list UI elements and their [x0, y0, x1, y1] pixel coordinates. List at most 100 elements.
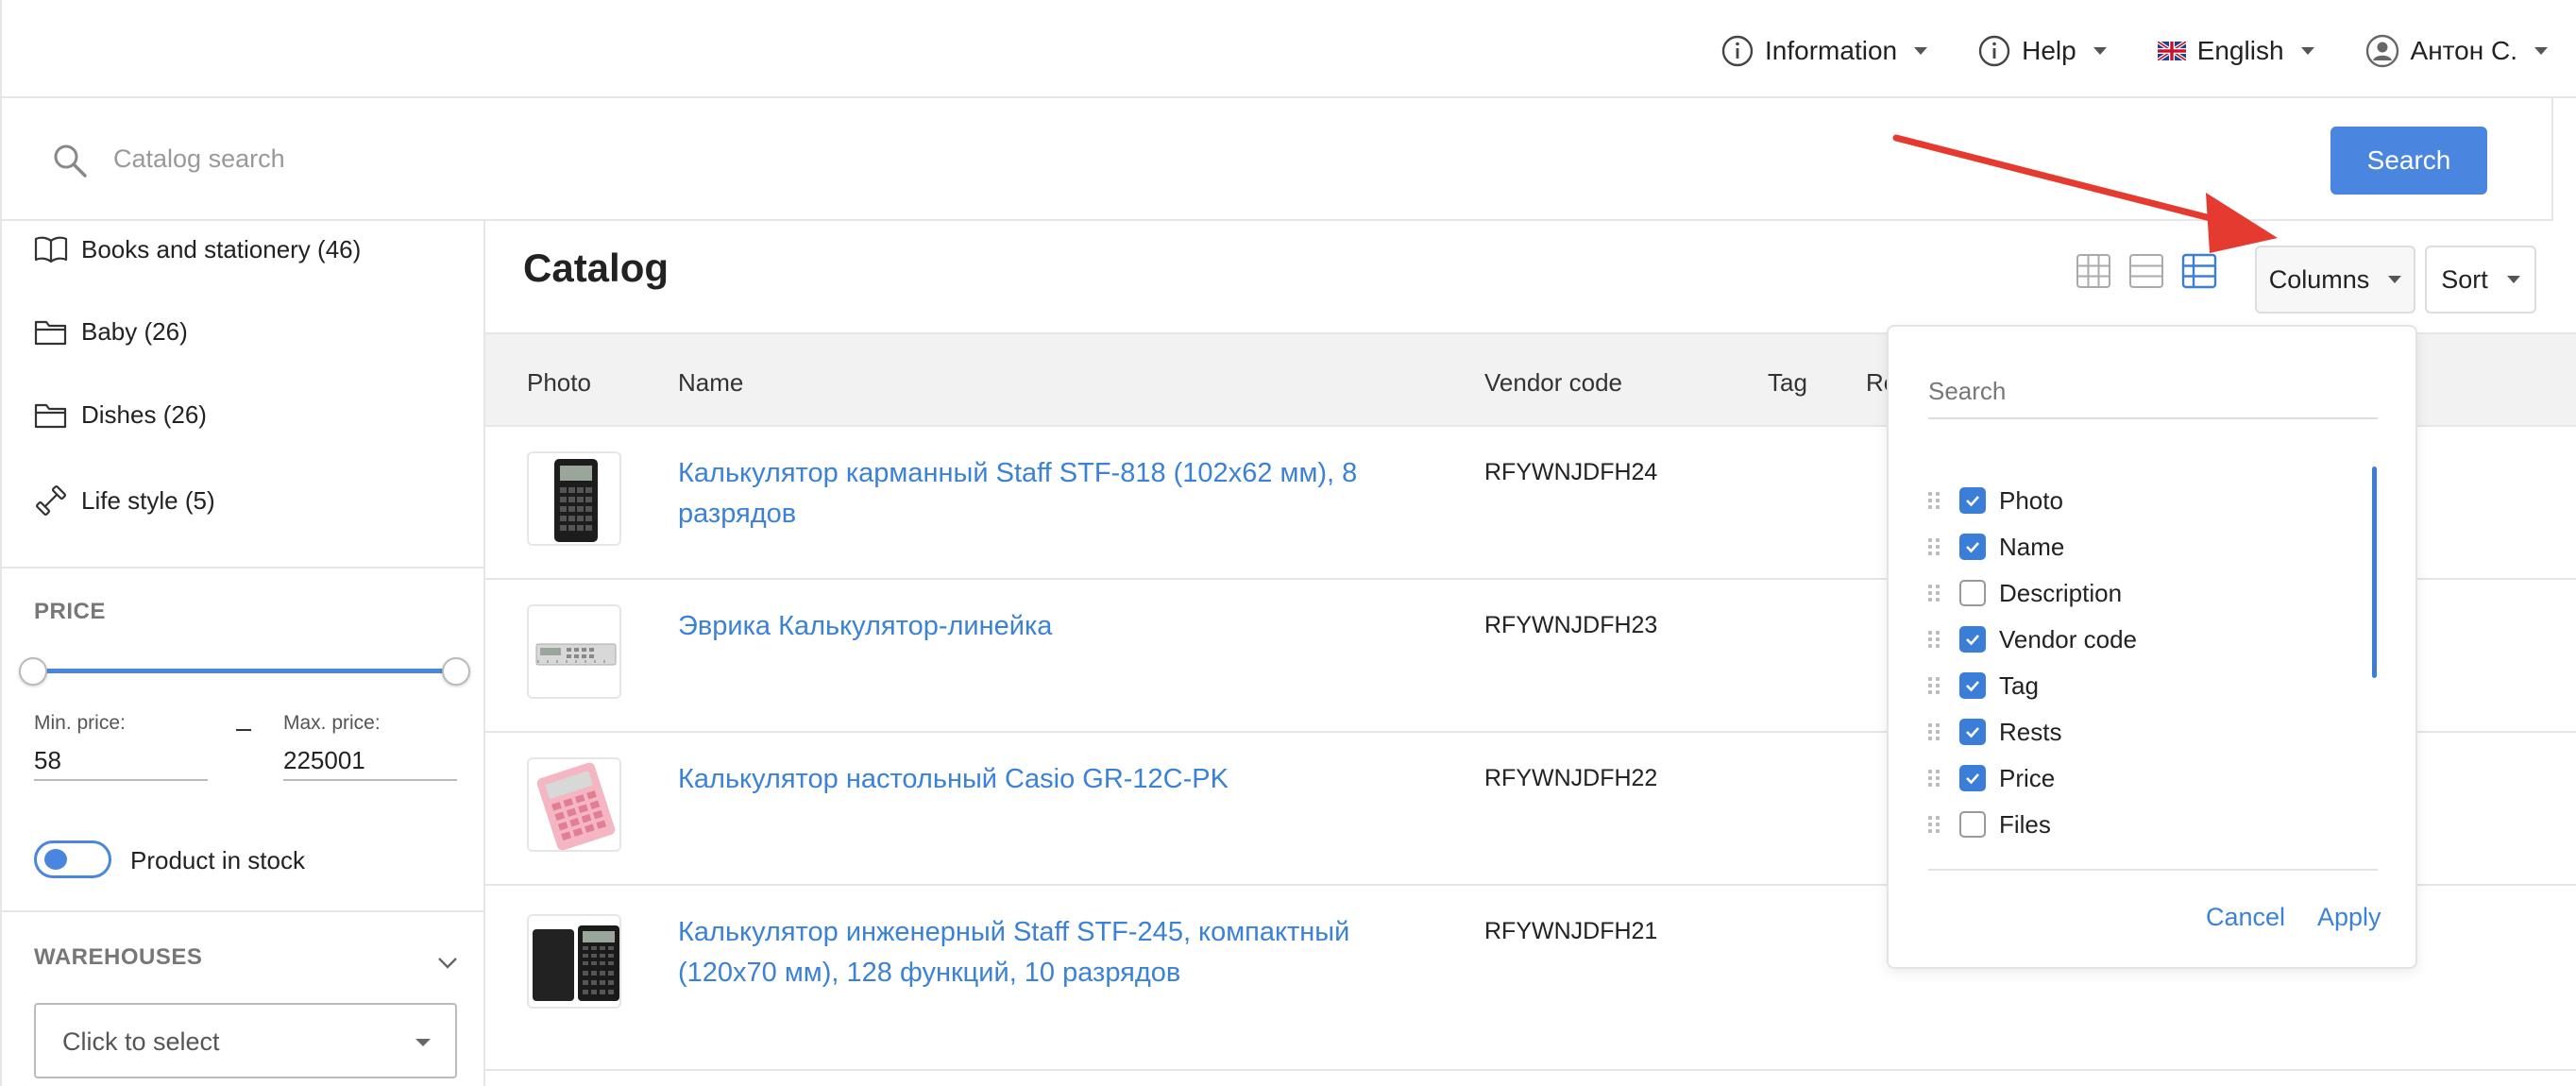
checkbox-checked[interactable] — [1959, 626, 1986, 653]
drag-handle-icon[interactable] — [1928, 538, 1940, 555]
chevron-down-icon — [2506, 276, 2520, 283]
category-life-style[interactable]: Life style (5) — [34, 484, 215, 518]
drag-handle-icon[interactable] — [1928, 723, 1940, 740]
category-baby[interactable]: Baby (26) — [34, 317, 188, 347]
product-name-link[interactable]: Эврика Калькулятор-линейка — [678, 606, 1396, 647]
drag-handle-icon[interactable] — [1928, 677, 1940, 694]
cancel-button[interactable]: Cancel — [2206, 903, 2285, 932]
column-option-description[interactable]: Description — [1928, 574, 2122, 612]
divider — [2, 910, 485, 912]
product-photo[interactable] — [527, 451, 621, 546]
column-option-price[interactable]: Price — [1928, 759, 2055, 797]
price-slider-max-handle[interactable] — [442, 657, 470, 686]
divider — [2, 567, 485, 568]
max-price-label: Max. price: — [283, 712, 381, 734]
vendor-code: RFYWNJDFH22 — [1484, 765, 1658, 791]
vendor-code: RFYWNJDFH23 — [1484, 612, 1658, 638]
drag-handle-icon[interactable] — [1928, 770, 1940, 787]
in-stock-label: Product in stock — [130, 846, 305, 874]
grid-view-icon[interactable] — [2076, 253, 2111, 289]
language-label: English — [2196, 36, 2284, 65]
min-price-input[interactable]: 58 — [34, 746, 208, 781]
language-menu[interactable]: English — [2157, 36, 2314, 66]
checkbox-checked[interactable] — [1959, 487, 1986, 514]
drag-handle-icon[interactable] — [1928, 492, 1940, 509]
product-name-link[interactable]: Калькулятор настольный Casio GR-12C-PK — [678, 759, 1396, 800]
chevron-down-icon[interactable] — [436, 956, 459, 971]
price-section-title: PRICE — [34, 599, 106, 624]
drag-handle-icon[interactable] — [1928, 816, 1940, 833]
checkbox-checked[interactable] — [1959, 765, 1986, 791]
folder-icon — [34, 403, 67, 428]
drag-handle-icon[interactable] — [1928, 585, 1940, 602]
help-menu[interactable]: Help — [1978, 35, 2107, 67]
price-slider-track[interactable] — [34, 669, 457, 673]
category-label: Dishes (26) — [81, 400, 207, 429]
column-option-label: Name — [1999, 532, 2065, 561]
table-view-icon[interactable] — [2181, 253, 2217, 289]
top-bar: Information Help English Антон С. — [0, 0, 2576, 98]
checkbox-unchecked[interactable] — [1959, 811, 1986, 838]
checkbox-checked[interactable] — [1959, 719, 1986, 745]
category-dishes[interactable]: Dishes (26) — [34, 400, 207, 430]
column-option-photo[interactable]: Photo — [1928, 482, 2063, 519]
price-slider-min-handle[interactable] — [19, 657, 47, 686]
search-icon — [54, 144, 87, 178]
chevron-down-icon — [2300, 47, 2314, 55]
product-photo[interactable] — [527, 604, 621, 699]
category-label: Life style (5) — [81, 485, 215, 515]
list-view-icon[interactable] — [2128, 253, 2164, 289]
column-option-label: Price — [1999, 763, 2056, 792]
column-option-label: Rests — [1999, 717, 2062, 746]
column-option-name[interactable]: Name — [1928, 528, 2064, 566]
column-header-vendor-code[interactable]: Vendor code — [1484, 368, 1622, 398]
page-title: Catalog — [523, 246, 669, 290]
apply-button[interactable]: Apply — [2317, 903, 2381, 932]
category-books-stationery[interactable]: Books and stationery (46) — [34, 234, 361, 264]
chevron-down-icon — [2534, 47, 2548, 55]
product-name-link[interactable]: Калькулятор карманный Staff STF-818 (102… — [678, 453, 1396, 535]
view-mode-switcher — [2076, 253, 2217, 289]
divider — [1928, 869, 2378, 871]
max-price-input[interactable]: 225001 — [283, 746, 457, 781]
user-menu[interactable]: Антон С. — [2365, 34, 2548, 68]
sort-button[interactable]: Sort — [2425, 246, 2536, 314]
column-option-vendor-code[interactable]: Vendor code — [1928, 620, 2137, 658]
drag-handle-icon[interactable] — [1928, 631, 1940, 648]
warehouses-section-title: WAREHOUSES — [34, 944, 203, 970]
help-label: Help — [2022, 36, 2076, 65]
folder-icon — [34, 320, 67, 345]
in-stock-toggle[interactable] — [34, 840, 111, 878]
checkbox-unchecked[interactable] — [1959, 580, 1986, 606]
columns-dropdown: Photo Name Description Vendor code Tag R… — [1887, 325, 2417, 969]
toggle-knob — [44, 849, 67, 870]
column-option-tag[interactable]: Tag — [1928, 667, 2039, 704]
columns-search-input[interactable] — [1928, 365, 2378, 419]
checkbox-checked[interactable] — [1959, 672, 1986, 699]
column-option-files[interactable]: Files — [1928, 806, 2051, 843]
columns-button[interactable]: Columns — [2255, 246, 2415, 314]
select-placeholder: Click to select — [62, 1027, 220, 1056]
catalog-search-input[interactable] — [113, 136, 2191, 181]
book-icon — [34, 236, 68, 263]
info-icon — [1721, 35, 1754, 67]
sort-label: Sort — [2441, 264, 2488, 294]
product-name-link[interactable]: Калькулятор инженерный Staff STF-245, ко… — [678, 912, 1396, 993]
checkbox-checked[interactable] — [1959, 534, 1986, 560]
price-range-dash — [236, 729, 251, 731]
product-photo[interactable] — [527, 757, 621, 852]
product-photo[interactable] — [527, 914, 621, 1009]
column-header-photo[interactable]: Photo — [527, 368, 591, 398]
dropdown-scrollbar[interactable] — [2372, 467, 2377, 678]
column-header-name[interactable]: Name — [678, 368, 743, 398]
catalog-search-bar: Search — [0, 98, 2553, 221]
information-label: Information — [1765, 36, 1898, 65]
min-price-label: Min. price: — [34, 712, 126, 734]
category-label: Books and stationery (46) — [81, 234, 362, 263]
information-menu[interactable]: Information — [1721, 35, 1928, 67]
column-option-rests[interactable]: Rests — [1928, 713, 2061, 751]
warehouses-select[interactable]: Click to select — [34, 1003, 457, 1078]
top-nav: Information Help English Антон С. — [1721, 34, 2548, 68]
column-header-tag[interactable]: Tag — [1768, 368, 1807, 398]
search-button[interactable]: Search — [2330, 127, 2487, 195]
